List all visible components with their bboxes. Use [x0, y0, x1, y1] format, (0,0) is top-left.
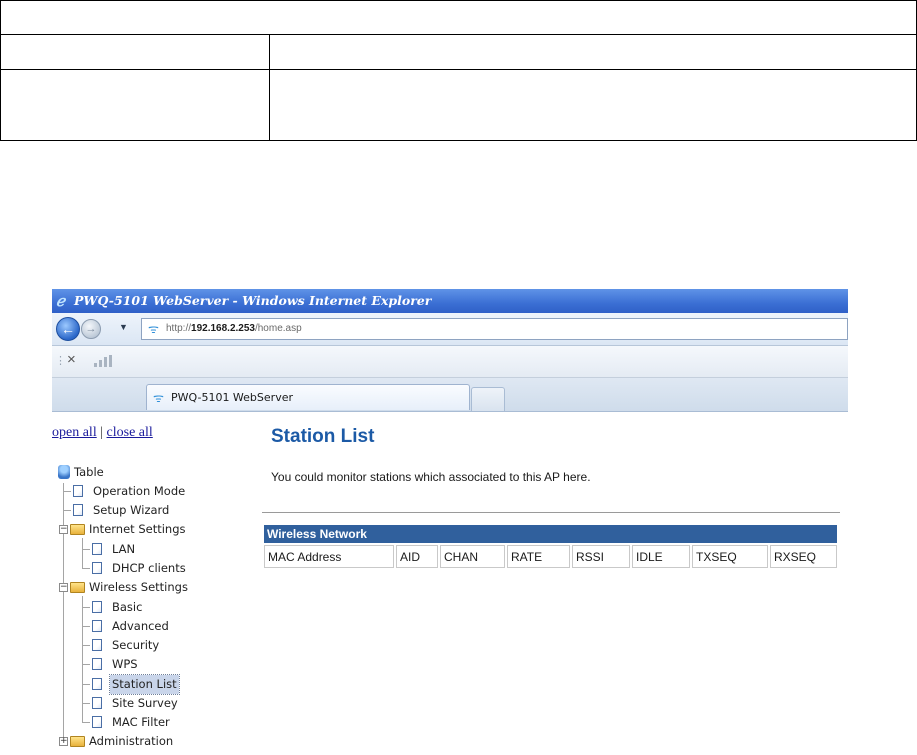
- wireless-network-header: Wireless Network: [264, 525, 837, 543]
- window-titlebar: ℯ PWQ-5101 WebServer - Windows Internet …: [52, 289, 848, 313]
- tree-item-label: DHCP clients: [112, 561, 186, 575]
- address-bar: ← → ▼ ᯤ http://192.168.2.253/home.asp: [52, 313, 848, 346]
- forward-arrow-icon[interactable]: →: [81, 319, 101, 339]
- tree-line: [82, 645, 90, 646]
- collapse-minus-icon[interactable]: −: [59, 525, 68, 534]
- station-table: Wireless Network MAC Address AID CHAN RA…: [262, 523, 839, 570]
- network-root-icon: [58, 465, 70, 479]
- document-table-row: [0, 69, 917, 141]
- tree-item-label: Site Survey: [112, 696, 178, 710]
- tab-bar: ᯤ PWQ-5101 WebServer: [52, 378, 848, 412]
- column-chan: CHAN: [440, 545, 505, 568]
- column-rssi: RSSI: [572, 545, 630, 568]
- tree-line: [63, 510, 71, 511]
- folder-closed-icon: [70, 736, 85, 747]
- tree-item-label: Wireless Settings: [89, 580, 188, 594]
- expand-plus-icon[interactable]: +: [59, 737, 68, 746]
- station-list-panel: Station List You could monitor stations …: [262, 420, 848, 755]
- station-table-columns: MAC Address AID CHAN RATE RSSI IDLE TXSE…: [264, 545, 837, 568]
- document-table-cell: [0, 69, 270, 141]
- history-dropdown-icon[interactable]: ▼: [119, 322, 128, 332]
- open-all-link[interactable]: open all: [52, 425, 97, 440]
- page-content: open all | close all Table Operation Mod…: [52, 420, 848, 755]
- tree-root-label: Table: [74, 465, 104, 479]
- collapse-minus-icon[interactable]: −: [59, 583, 68, 592]
- tree-item-label: Security: [112, 638, 160, 652]
- tree-line: [82, 549, 90, 550]
- tree-item-label: WPS: [112, 657, 138, 671]
- ie-logo-icon: ℯ: [56, 292, 65, 310]
- url-prefix: http://: [166, 323, 192, 334]
- tree-line: [63, 483, 64, 741]
- tree-item-label: MAC Filter: [112, 715, 170, 729]
- command-bar: ⋮ ×: [52, 346, 848, 378]
- folder-open-icon: [70, 524, 85, 535]
- page-description: You could monitor stations which associa…: [271, 470, 591, 484]
- document-table-row: [0, 34, 917, 70]
- page-title: Station List: [271, 426, 375, 447]
- tab-pwq-webserver[interactable]: ᯤ PWQ-5101 WebServer: [146, 384, 470, 410]
- page-icon: [73, 504, 83, 516]
- page-icon: [92, 697, 102, 709]
- station-table-header: Wireless Network: [264, 525, 837, 543]
- column-idle: IDLE: [632, 545, 690, 568]
- page-icon: [92, 601, 102, 613]
- page-icon: [92, 678, 102, 690]
- document-table: [0, 0, 917, 141]
- tree-item-label: Setup Wizard: [93, 503, 170, 517]
- tree-line: [82, 664, 90, 665]
- document-table-cell: [269, 34, 917, 70]
- stop-close-icon[interactable]: ×: [67, 351, 76, 368]
- section-divider: [262, 512, 840, 513]
- page-icon: [92, 639, 102, 651]
- column-mac-address: MAC Address: [264, 545, 394, 568]
- close-all-link[interactable]: close all: [107, 425, 153, 440]
- document-table-cell: [0, 0, 917, 35]
- tree-line: [82, 568, 90, 569]
- tree-line: [63, 491, 71, 492]
- tree-line: [82, 722, 90, 723]
- page-icon: [92, 658, 102, 670]
- site-wifi-icon: ᯤ: [148, 322, 159, 336]
- tree-item-label: Advanced: [112, 619, 169, 633]
- page-icon: [92, 543, 102, 555]
- url-host: 192.168.2.253: [191, 323, 255, 334]
- tree-line: [82, 684, 90, 685]
- document-table-cell: [0, 34, 270, 70]
- navigation-tree: open all | close all Table Operation Mod…: [52, 420, 248, 755]
- document-table-cell: [269, 69, 917, 141]
- page-icon: [73, 485, 83, 497]
- browser-window: ℯ PWQ-5101 WebServer - Windows Internet …: [52, 289, 848, 755]
- window-title: PWQ-5101 WebServer - Windows Internet Ex…: [74, 293, 432, 308]
- tree-item-label: LAN: [112, 542, 136, 556]
- page-icon: [92, 562, 102, 574]
- column-rxseq: RXSEQ: [770, 545, 837, 568]
- tree-item-label: Administration: [89, 734, 174, 748]
- tree-item-label: Internet Settings: [89, 522, 186, 536]
- url-input[interactable]: ᯤ http://192.168.2.253/home.asp: [141, 318, 848, 340]
- tab-wifi-icon: ᯤ: [153, 391, 164, 405]
- signal-bars-icon: [94, 355, 112, 367]
- tab-title: PWQ-5101 WebServer: [171, 391, 293, 404]
- page-icon: [92, 620, 102, 632]
- url-path: /home.asp: [254, 323, 302, 334]
- tree-item-label-selected: Station List: [109, 674, 180, 695]
- tree-line: [82, 607, 90, 608]
- back-arrow-icon[interactable]: ←: [56, 317, 80, 341]
- tree-line: [82, 703, 90, 704]
- column-txseq: TXSEQ: [692, 545, 768, 568]
- tree-line: [82, 538, 83, 568]
- folder-open-icon: [70, 582, 85, 593]
- toolbar-grip-icon: ⋮: [55, 355, 66, 367]
- tree-line: [82, 626, 90, 627]
- document-table-header-row: [0, 0, 917, 35]
- column-rate: RATE: [507, 545, 570, 568]
- tree-item-label: Basic: [112, 600, 143, 614]
- link-separator: |: [100, 425, 104, 440]
- tree-toggle-links: open all | close all: [52, 425, 153, 441]
- column-aid: AID: [396, 545, 438, 568]
- new-tab-button[interactable]: [471, 387, 505, 411]
- page-icon: [92, 716, 102, 728]
- tree-item-label: Operation Mode: [93, 484, 186, 498]
